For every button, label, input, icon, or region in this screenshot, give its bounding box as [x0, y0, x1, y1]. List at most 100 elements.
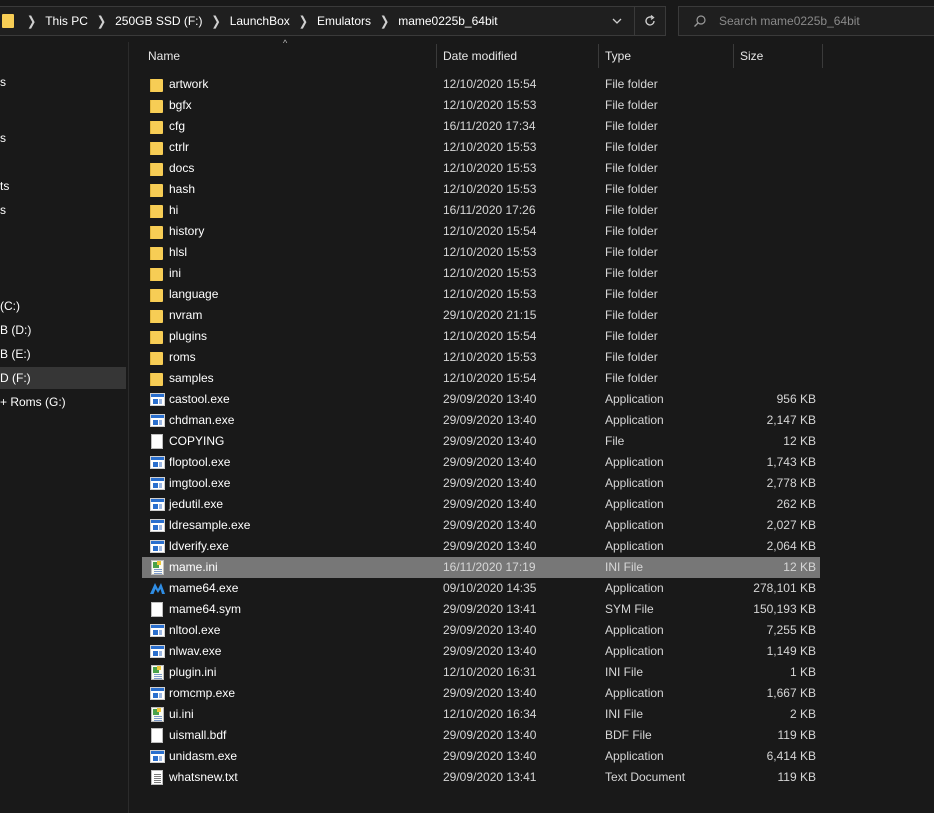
nav-item[interactable]: ts — [0, 175, 126, 197]
chevron-right-icon[interactable]: ❯ — [22, 13, 41, 28]
pane-divider[interactable] — [128, 42, 129, 813]
nav-item[interactable]: D (F:) — [0, 367, 126, 389]
chevron-right-icon[interactable]: ❯ — [206, 13, 225, 28]
file-row[interactable]: plugin.ini 12/10/2020 16:31 INI File 1 KB — [142, 662, 820, 683]
file-type: Application — [605, 749, 664, 763]
file-name: cfg — [169, 119, 186, 133]
file-type: SYM File — [605, 602, 654, 616]
nav-item[interactable]: s — [0, 71, 126, 93]
file-row[interactable]: roms 12/10/2020 15:53 File folder — [142, 347, 820, 368]
file-row[interactable]: imgtool.exe 29/09/2020 13:40 Application 2,… — [142, 473, 820, 494]
file-row[interactable]: mame64.exe 09/10/2020 14:35 Application 278… — [142, 578, 820, 599]
column-header-size[interactable]: Size — [732, 42, 763, 70]
file-row[interactable]: ldverify.exe 29/09/2020 13:40 Application 2… — [142, 536, 820, 557]
refresh-icon — [644, 15, 655, 26]
file-row[interactable]: bgfx 12/10/2020 15:53 File folder — [142, 95, 820, 116]
breadcrumb-item[interactable]: LaunchBox — [226, 14, 294, 28]
nav-item[interactable]: B (D:) — [0, 319, 126, 341]
column-divider[interactable] — [822, 44, 823, 68]
chevron-right-icon[interactable]: ❯ — [375, 13, 394, 28]
file-row[interactable]: language 12/10/2020 15:53 File folder — [142, 284, 820, 305]
file-row[interactable]: whatsnew.txt 29/09/2020 13:41 Text Documen… — [142, 767, 820, 788]
file-row[interactable]: unidasm.exe 29/09/2020 13:40 Application 6,… — [142, 746, 820, 767]
file-row[interactable]: plugins 12/10/2020 15:54 File folder — [142, 326, 820, 347]
file-row[interactable]: jedutil.exe 29/09/2020 13:40 Application 26… — [142, 494, 820, 515]
file-name: ldverify.exe — [169, 539, 229, 553]
file-type: File folder — [605, 350, 658, 364]
file-row[interactable]: nlwav.exe 29/09/2020 13:40 Application 1,14… — [142, 641, 820, 662]
address-history-dropdown-button[interactable] — [603, 7, 631, 35]
ini-file-icon — [150, 560, 164, 575]
breadcrumb-item[interactable]: This PC — [41, 14, 92, 28]
file-row[interactable]: nltool.exe 29/09/2020 13:40 Application 7,2… — [142, 620, 820, 641]
file-row[interactable]: romcmp.exe 29/09/2020 13:40 Application 1,6… — [142, 683, 820, 704]
nav-item[interactable]: s — [0, 127, 126, 149]
nav-item[interactable]: + Roms (G:) — [0, 391, 126, 413]
file-row[interactable]: mame.ini 16/11/2020 17:19 INI File 12 KB — [142, 557, 820, 578]
file-name: romcmp.exe — [169, 686, 236, 700]
column-header-date[interactable]: Date modified — [435, 42, 517, 70]
file-date-modified: 12/10/2020 15:53 — [443, 350, 537, 364]
file-name: ctrlr — [169, 140, 189, 154]
file-size: 2,064 KB — [766, 539, 816, 553]
address-bar[interactable]: ❯ This PC ❯ 250GB SSD (F:) ❯ LaunchBox ❯… — [0, 6, 666, 36]
column-header-type[interactable]: Type — [597, 42, 631, 70]
file-date-modified: 29/09/2020 13:40 — [443, 728, 537, 742]
application-icon — [150, 476, 165, 491]
file-size: 119 KB — [777, 728, 816, 742]
file-row[interactable]: ui.ini 12/10/2020 16:34 INI File 2 KB — [142, 704, 820, 725]
file-name: samples — [169, 371, 214, 385]
folder-icon — [150, 98, 164, 113]
file-name: plugins — [169, 329, 208, 343]
file-row[interactable]: COPYING 29/09/2020 13:40 File 12 KB — [142, 431, 820, 452]
breadcrumb-item[interactable]: 250GB SSD (F:) — [111, 14, 206, 28]
application-icon — [150, 644, 165, 659]
file-list: ^ Name Date modified Type Size artwork 12… — [130, 38, 934, 813]
file-row[interactable]: artwork 12/10/2020 15:54 File folder — [142, 74, 820, 95]
file-row[interactable]: nvram 29/10/2020 21:15 File folder — [142, 305, 820, 326]
file-row[interactable]: hash 12/10/2020 15:53 File folder — [142, 179, 820, 200]
file-date-modified: 29/09/2020 13:40 — [443, 392, 537, 406]
file-type: Application — [605, 623, 664, 637]
file-row[interactable]: hi 16/11/2020 17:26 File folder — [142, 200, 820, 221]
file-row[interactable]: uismall.bdf 29/09/2020 13:40 BDF File 119 K… — [142, 725, 820, 746]
file-row[interactable]: castool.exe 29/09/2020 13:40 Application 95… — [142, 389, 820, 410]
folder-icon — [150, 308, 164, 323]
file-date-modified: 12/10/2020 15:54 — [443, 329, 537, 343]
file-row[interactable]: cfg 16/11/2020 17:34 File folder — [142, 116, 820, 137]
file-row[interactable]: history 12/10/2020 15:54 File folder — [142, 221, 820, 242]
file-row[interactable]: samples 12/10/2020 15:54 File folder — [142, 368, 820, 389]
nav-item[interactable]: (C:) — [0, 295, 126, 317]
file-name: docs — [169, 161, 195, 175]
nav-item[interactable]: B (E:) — [0, 343, 126, 365]
breadcrumb-item[interactable]: mame0225b_64bit — [394, 14, 501, 28]
file-row[interactable]: hlsl 12/10/2020 15:53 File folder — [142, 242, 820, 263]
file-type: Application — [605, 497, 664, 511]
column-header-name[interactable]: Name — [140, 42, 180, 70]
file-date-modified: 29/09/2020 13:40 — [443, 518, 537, 532]
file-size: 2,027 KB — [766, 518, 816, 532]
application-icon — [150, 539, 165, 554]
file-row[interactable]: ldresample.exe 29/09/2020 13:40 Applicatio… — [142, 515, 820, 536]
chevron-right-icon[interactable]: ❯ — [294, 13, 313, 28]
search-input[interactable]: Search mame0225b_64bit — [719, 14, 860, 28]
file-type: Application — [605, 455, 664, 469]
file-row[interactable]: ctrlr 12/10/2020 15:53 File folder — [142, 137, 820, 158]
file-row[interactable]: ini 12/10/2020 15:53 File folder — [142, 263, 820, 284]
refresh-button[interactable] — [634, 7, 664, 35]
file-name: ldresample.exe — [169, 518, 251, 532]
search-box[interactable]: Search mame0225b_64bit — [678, 6, 934, 36]
chevron-right-icon[interactable]: ❯ — [92, 13, 111, 28]
breadcrumb-item[interactable]: Emulators — [313, 14, 375, 28]
file-row[interactable]: docs 12/10/2020 15:53 File folder — [142, 158, 820, 179]
file-date-modified: 29/09/2020 13:41 — [443, 770, 537, 784]
file-row[interactable]: mame64.sym 29/09/2020 13:41 SYM File 150,19… — [142, 599, 820, 620]
file-type: File folder — [605, 77, 658, 91]
file-row[interactable]: chdman.exe 29/09/2020 13:40 Application 2,1… — [142, 410, 820, 431]
application-icon — [150, 518, 165, 533]
file-row[interactable]: floptool.exe 29/09/2020 13:40 Application 1… — [142, 452, 820, 473]
nav-item[interactable]: s — [0, 199, 126, 221]
file-date-modified: 12/10/2020 15:53 — [443, 98, 537, 112]
file-name: uismall.bdf — [169, 728, 227, 742]
file-size: 1 KB — [789, 665, 816, 679]
